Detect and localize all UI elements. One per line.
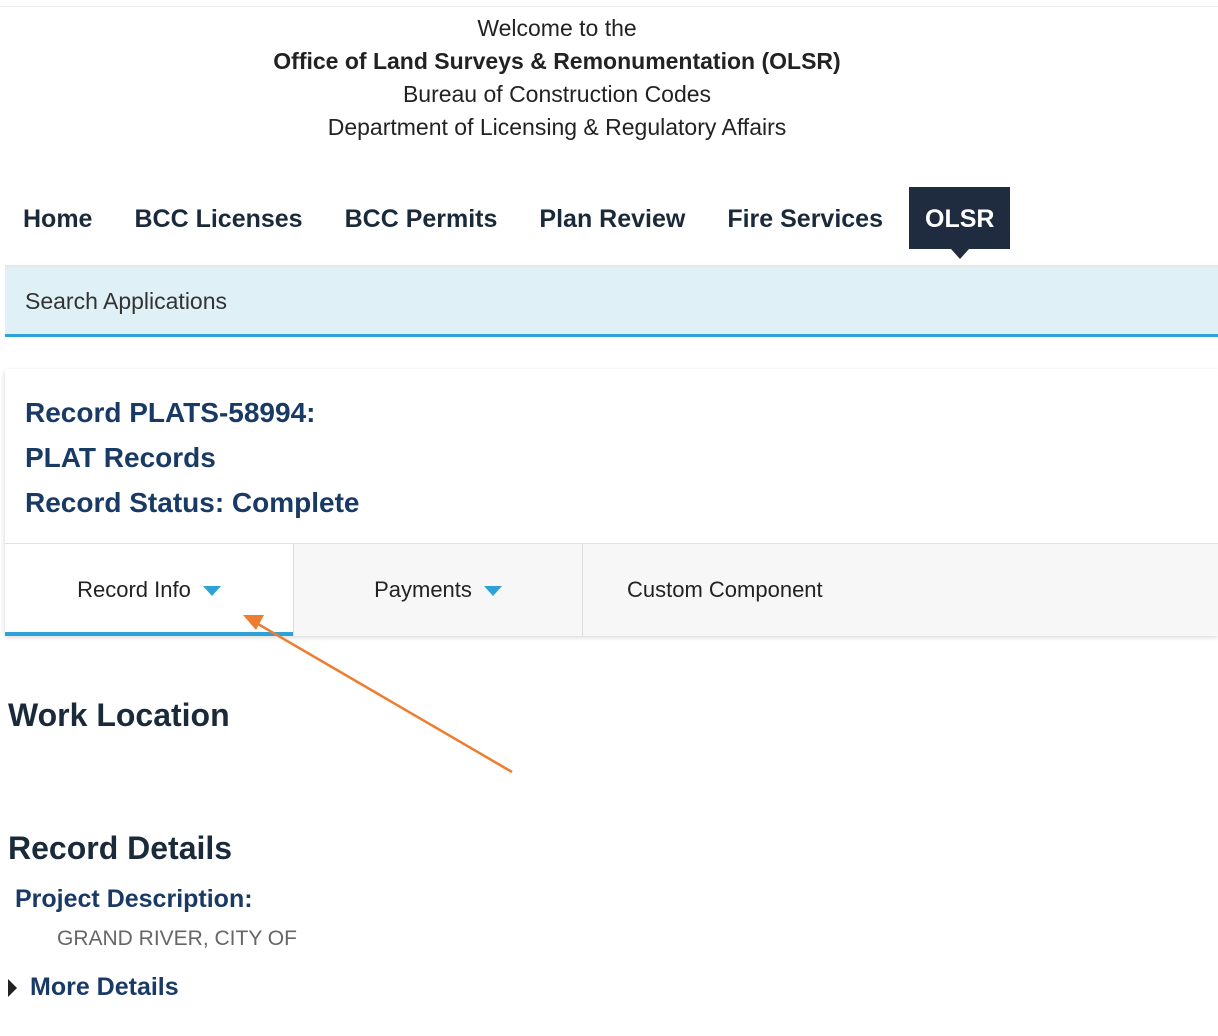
record-id: Record PLATS-58994: [25,397,316,428]
nav-bcc-licenses[interactable]: BCC Licenses [113,187,323,249]
tab-custom-component[interactable]: Custom Component [583,544,872,636]
record-type: PLAT Records [25,442,216,473]
tab-record-info-label: Record Info [77,577,191,602]
main-nav: Home BCC Licenses BCC Permits Plan Revie… [0,187,1011,259]
top-divider [0,6,1218,7]
expand-triangle-icon [8,978,17,997]
record-details-title: Record Details [8,830,233,866]
nav-olsr[interactable]: OLSR [909,187,1011,259]
record-tabs: Record Info Payments Custom Component [5,543,1218,636]
project-description-label: Project Description: [15,885,253,913]
tab-custom-component-label: Custom Component [627,577,823,602]
tab-record-info[interactable]: Record Info [5,544,294,636]
caret-down-icon [202,586,221,596]
subnav-bar: Search Applications [5,267,1218,337]
project-description-value: GRAND RIVER, CITY OF [57,927,297,950]
site-header: Welcome to the Office of Land Surveys & … [250,12,864,144]
welcome-text: Welcome to the [477,15,637,41]
more-details-label: More Details [30,973,179,1001]
nav-home[interactable]: Home [0,187,113,249]
nav-bcc-permits[interactable]: BCC Permits [324,187,519,249]
department-name: Department of Licensing & Regulatory Aff… [327,114,787,140]
nav-plan-review[interactable]: Plan Review [518,187,706,249]
search-applications-link[interactable]: Search Applications [25,288,227,315]
record-status: Record Status: Complete [25,487,360,518]
caret-down-icon [483,586,502,596]
tab-payments[interactable]: Payments [294,544,583,636]
nav-fire-services[interactable]: Fire Services [706,187,904,249]
office-title: Office of Land Surveys & Remonumentation… [273,48,841,74]
record-card: Record PLATS-58994: PLAT Records Record … [5,369,1218,636]
more-details-toggle[interactable]: More Details [8,973,179,1002]
annotation-arrow-shaft [257,622,513,774]
page: Welcome to the Office of Land Surveys & … [0,0,1218,1036]
tab-payments-label: Payments [374,577,472,602]
work-location-title: Work Location [8,697,230,733]
bureau-name: Bureau of Construction Codes [402,81,712,107]
record-heading: Record PLATS-58994: PLAT Records Record … [25,390,360,525]
